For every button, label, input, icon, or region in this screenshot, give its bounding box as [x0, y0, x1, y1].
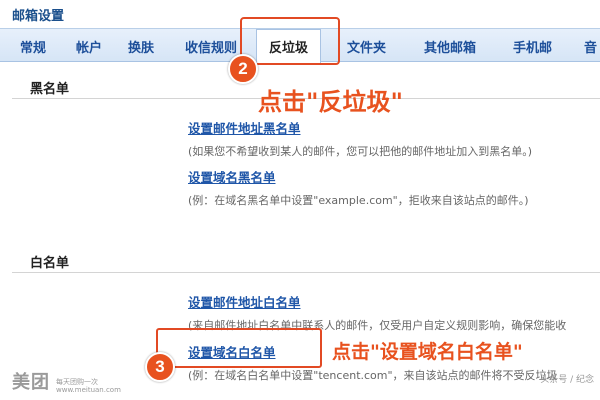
email-whitelist-link[interactable]: 设置邮件地址白名单 [188, 292, 301, 311]
domain-whitelist-link[interactable]: 设置域名白名单 [188, 342, 276, 361]
tab-mobile-mail[interactable]: 手机邮 [513, 37, 552, 56]
meituan-tagline-2: www.meituan.com [56, 386, 121, 394]
meituan-tagline-1: 每天团购一次 [56, 378, 98, 386]
email-whitelist-desc: (来自邮件地址白名单中联系人的邮件，仅受用户自定义规则影响，确保您能收 [188, 319, 567, 332]
step-2-badge: 2 [228, 54, 258, 84]
whitelist-divider [12, 272, 600, 273]
domain-blacklist-desc: (例：在域名黑名单中设置"example.com"，拒收来自该站点的邮件。) [188, 194, 529, 207]
tab-other-mailboxes[interactable]: 其他邮箱 [424, 37, 476, 56]
meituan-tagline: 每天团购一次 www.meituan.com [56, 378, 121, 394]
tab-inbox-rules[interactable]: 收信规则 [185, 37, 237, 56]
meituan-logo: 美团 [12, 372, 50, 393]
whitelist-title: 白名单 [30, 256, 70, 271]
meituan-watermark: 美团 每天团购一次 www.meituan.com [12, 368, 121, 394]
domain-whitelist-desc: (例：在域名白名单中设置"tencent.com"，来自该站点的邮件将不受反垃圾 [188, 369, 558, 382]
tab-skin[interactable]: 换肤 [128, 37, 154, 56]
tab-more[interactable]: 音 [584, 37, 597, 56]
tab-anti-spam[interactable]: 反垃圾 [256, 29, 322, 63]
settings-tabbar: 常规 帐户 换肤 收信规则 反垃圾 文件夹 其他邮箱 手机邮 音 [0, 28, 600, 63]
tab-general[interactable]: 常规 [20, 37, 46, 56]
blacklist-title: 黑名单 [30, 82, 70, 97]
step-2-callout: 点击"反垃圾" [258, 88, 404, 116]
step-3-badge: 3 [145, 352, 175, 382]
email-blacklist-desc: (如果您不希望收到某人的邮件，您可以把他的邮件地址加入到黑名单。) [188, 145, 533, 158]
domain-blacklist-link[interactable]: 设置域名黑名单 [188, 167, 276, 186]
page-title: 邮箱设置 [12, 9, 65, 24]
source-watermark: 头条号 / 纪念 [540, 375, 594, 385]
header-bar: 邮箱设置 [0, 0, 600, 26]
step-3-callout: 点击"设置域名白名单" [332, 341, 523, 363]
tab-account[interactable]: 帐户 [76, 37, 102, 56]
email-blacklist-link[interactable]: 设置邮件地址黑名单 [188, 118, 301, 137]
tab-folders[interactable]: 文件夹 [347, 37, 386, 56]
